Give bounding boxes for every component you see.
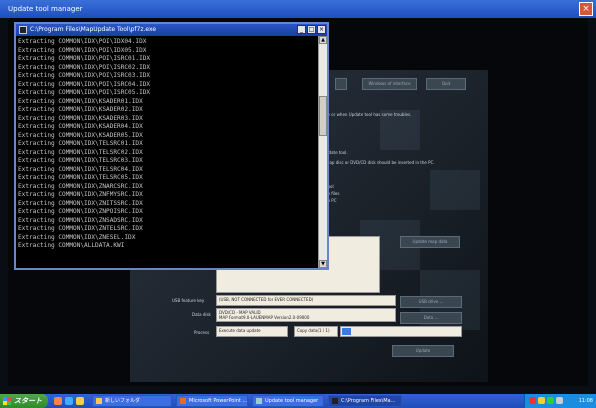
note-text: ry or when Update tool has some troubles… xyxy=(326,112,412,117)
usb-drive-button[interactable]: USB drive ... xyxy=(400,296,462,308)
scroll-down-icon[interactable]: ▼ xyxy=(319,260,327,268)
powerpoint-icon xyxy=(180,398,186,404)
process-detail-field: Copy data(1 / 1) xyxy=(294,326,338,337)
console-line: Extracting COMMON\IDX\TELSRC02.IDX xyxy=(18,148,143,156)
taskbar-item-label: 新しいフォルダ xyxy=(105,398,141,404)
desktop-screen: Update tool manager × Windows of interfa… xyxy=(0,0,596,408)
console-line: Extracting COMMON\IDX\TELSRC05.IDX xyxy=(18,174,143,181)
scroll-up-icon[interactable]: ▲ xyxy=(319,36,327,44)
console-scrollbar[interactable]: ▲ ▼ xyxy=(318,36,327,268)
console-line: Extracting COMMON\IDX\POI\ISRC03.IDX xyxy=(18,72,151,79)
console-line: Extracting COMMON\IDX\ZNARCSRC.IDX xyxy=(18,182,143,190)
close-icon[interactable]: × xyxy=(579,2,593,16)
data-disk-label-text: Data disk xyxy=(192,312,211,317)
console-line: Extracting COMMON\IDX\POI\IDX05.IDX xyxy=(18,46,147,54)
data-disk-value-2: MAP Format9.0-LAUENMAP Version2.0-09000 xyxy=(219,315,310,320)
update-button[interactable]: Update xyxy=(392,345,454,357)
tray-icon[interactable] xyxy=(547,397,554,404)
data-disk-label: Data ... xyxy=(423,315,439,320)
note-text: pdate tool. xyxy=(326,150,348,155)
scroll-thumb[interactable] xyxy=(319,96,327,136)
app-icon xyxy=(256,398,262,404)
console-line: Extracting COMMON\IDX\ZNESEL.IDX xyxy=(18,233,136,241)
console-output: Extracting COMMON\IDX\POI\IDX04.IDX Extra… xyxy=(16,36,318,268)
update-button-label: Update xyxy=(415,348,431,353)
console-line: Extracting COMMON\IDX\KSADER05.IDX xyxy=(18,131,143,139)
app-title-bar[interactable]: Update tool manager × xyxy=(0,0,596,18)
usb-status-value: (USB, NOT CONNECTED for EVER CONNECTED) xyxy=(219,297,314,302)
start-button[interactable]: スタート xyxy=(0,394,48,408)
console-line: Extracting COMMON\IDX\POI\ISRC05.IDX xyxy=(18,89,151,96)
console-line: Extracting COMMON\IDX\TELSRC03.IDX xyxy=(18,157,143,164)
console-title: C:\Program Files\MapUpdate Tool\pf7z.exe xyxy=(30,26,157,33)
clock: 11:08 xyxy=(578,398,593,404)
tray-icon[interactable] xyxy=(556,397,563,404)
console-line: Extracting COMMON\IDX\ZNITSSRC.IDX xyxy=(18,199,143,207)
console-line: Extracting COMMON\IDX\ZNSADSRC.IDX xyxy=(18,216,143,224)
process-label: Process xyxy=(194,330,210,335)
console-line: Extracting COMMON\IDX\ZNTELSRC.IDX xyxy=(18,225,143,232)
console-title-bar[interactable]: C:\Program Files\MapUpdate Tool\pf7z.exe… xyxy=(16,24,327,36)
usb-status-field: (USB, NOT CONNECTED for EVER CONNECTED) xyxy=(216,295,396,306)
console-line: Extracting COMMON\IDX\ZNPOISRC.IDX xyxy=(18,208,143,215)
quit-button[interactable]: Quit xyxy=(426,78,466,90)
quicklaunch-icon[interactable] xyxy=(65,397,73,405)
data-disk-button[interactable]: Data ... xyxy=(400,312,462,324)
progress-fill xyxy=(342,328,351,335)
update-map-data-label: Update map data xyxy=(412,239,448,244)
windows-logo-icon xyxy=(3,397,11,405)
taskbar-item-label: Microsoft PowerPoint ... xyxy=(189,398,248,404)
browser-icon[interactable] xyxy=(54,397,62,405)
progress-bar xyxy=(340,326,462,337)
taskbar-item[interactable]: Microsoft PowerPoint ... xyxy=(176,395,248,407)
console-window[interactable]: C:\Program Files\MapUpdate Tool\pf7z.exe… xyxy=(14,22,329,270)
folder-icon xyxy=(96,398,102,404)
maximize-icon[interactable]: □ xyxy=(307,25,316,34)
taskbar-item-label: Update tool manager xyxy=(265,398,319,404)
tray-icon[interactable] xyxy=(529,397,536,404)
quit-button-label: Quit xyxy=(441,81,451,86)
console-line: Extracting COMMON\IDX\POI\IDX04.IDX xyxy=(18,38,147,45)
console-icon xyxy=(332,398,338,404)
windows-of-interface-button[interactable]: Windows of interface xyxy=(362,78,417,90)
process-step-value: Execute data update xyxy=(219,328,261,333)
console-line: Extracting COMMON\IDX\POI\ISRC04.IDX xyxy=(18,80,151,88)
console-line: Extracting COMMON\IDX\POI\ISRC02.IDX xyxy=(18,63,151,71)
console-line: Extracting COMMON\IDX\KSADER02.IDX xyxy=(18,106,143,113)
usb-feature-key-label: USB feature key xyxy=(172,298,205,303)
note-text: Map disc or DVD/CD disk should be insert… xyxy=(326,160,435,165)
console-icon xyxy=(19,26,27,34)
process-detail-value: Copy data(1 / 1) xyxy=(297,328,330,333)
background-tile xyxy=(430,170,480,210)
usb-drive-label: USB drive ... xyxy=(418,299,444,304)
console-line: Extracting COMMON\IDX\TELSRC01.IDX xyxy=(18,140,143,147)
taskbar: スタート 新しいフォルダ Microsoft PowerPoint ... Up… xyxy=(0,394,596,408)
taskbar-item-active[interactable]: C:\Program Files\Ma... xyxy=(328,395,402,407)
console-line: Extracting COMMON\IDX\TELSRC04.IDX xyxy=(18,165,143,173)
process-step-field: Execute data update xyxy=(216,326,288,337)
dropdown-button[interactable] xyxy=(335,78,347,90)
tray-icon[interactable] xyxy=(538,397,545,404)
windows-of-interface-label: Windows of interface xyxy=(368,81,411,86)
console-line: Extracting COMMON\IDX\KSADER03.IDX xyxy=(18,114,143,122)
console-line: Extracting COMMON\IDX\KSADER01.IDX xyxy=(18,97,143,105)
taskbar-item-label: C:\Program Files\Ma... xyxy=(341,398,396,404)
console-line: Extracting COMMON\ALLDATA.KWI xyxy=(18,242,125,249)
data-disk-field: DVD/CD - MAP VALID MAP Format9.0-LAUENMA… xyxy=(216,308,396,322)
console-line: Extracting COMMON\IDX\POI\ISRC01.IDX xyxy=(18,55,151,62)
console-line: Extracting COMMON\IDX\ZNFMYSRC.IDX xyxy=(18,191,143,198)
system-tray: 11:08 xyxy=(524,394,596,408)
app-title: Update tool manager xyxy=(8,5,83,13)
folder-icon[interactable] xyxy=(76,397,84,405)
console-line: Extracting COMMON\IDX\KSADER04.IDX xyxy=(18,123,143,130)
start-label: スタート xyxy=(14,397,42,405)
close-icon[interactable]: × xyxy=(317,25,326,34)
taskbar-item[interactable]: 新しいフォルダ xyxy=(92,395,172,407)
taskbar-item[interactable]: Update tool manager xyxy=(252,395,324,407)
update-map-data-button[interactable]: Update map data xyxy=(400,236,460,248)
minimize-icon[interactable]: _ xyxy=(297,25,306,34)
